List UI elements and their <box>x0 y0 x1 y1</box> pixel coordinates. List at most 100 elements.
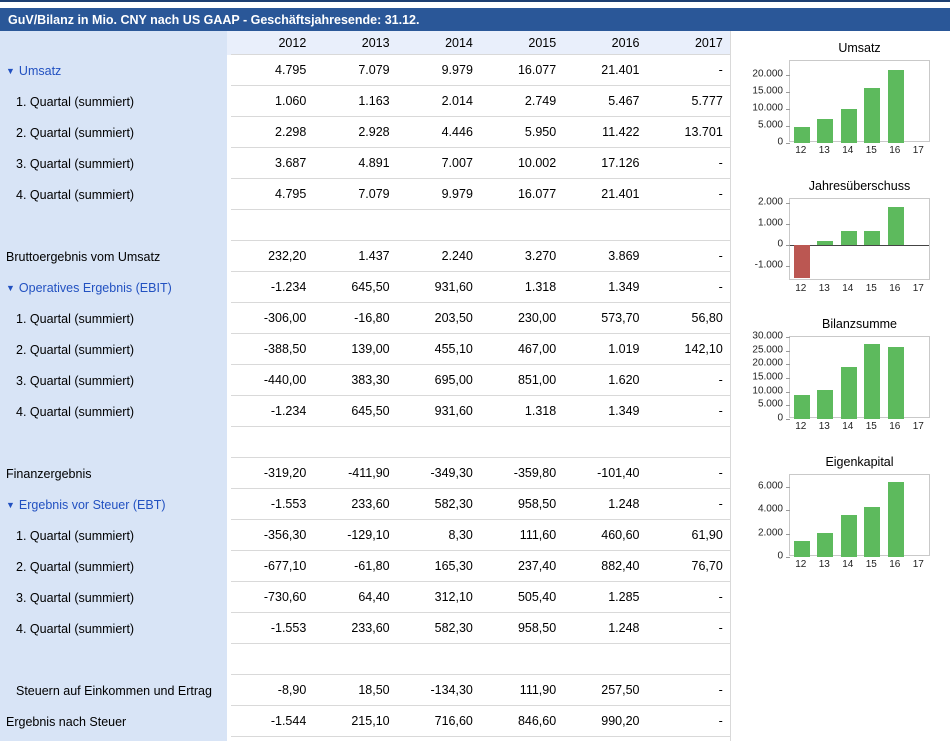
x-tick-label: 15 <box>866 421 877 432</box>
value-cell: 882,40 <box>564 559 647 573</box>
row-label[interactable]: Operatives Ergebnis (EBIT) <box>19 281 172 295</box>
chart-bar <box>817 241 833 245</box>
value-cell: 237,40 <box>481 559 564 573</box>
spacer-row <box>0 427 730 458</box>
value-cell: -306,00 <box>231 311 314 325</box>
x-tick-label: 15 <box>866 145 877 156</box>
row-label-cell: 1. Quartal (summiert) <box>0 303 227 334</box>
value-cell: 7.079 <box>314 187 397 201</box>
table-row: Ergebnis nach Steuer-1.544215,10716,6084… <box>0 706 730 737</box>
table-row: ▼Operatives Ergebnis (EBIT)-1.234645,509… <box>0 272 730 303</box>
table-row: 2. Quartal (summiert) 2.2982.9284.4465.95… <box>0 117 730 148</box>
value-cell: 257,50 <box>564 683 647 697</box>
x-tick-label: 16 <box>889 559 900 570</box>
axis-tick-mark <box>786 557 790 558</box>
x-tick-label: 16 <box>889 421 900 432</box>
value-cell: 7.079 <box>314 63 397 77</box>
x-tick-label: 12 <box>795 421 806 432</box>
row-values: 2.2982.9284.4465.95011.42213.701 <box>231 117 731 148</box>
value-cell: -16,80 <box>314 311 397 325</box>
year-header: 2016 <box>564 36 647 50</box>
axis-tick-mark <box>786 126 790 127</box>
axis-tick-mark <box>786 351 790 352</box>
value-cell: 1.248 <box>564 621 647 635</box>
value-cell: 2.298 <box>231 125 314 139</box>
value-cell: 17.126 <box>564 156 647 170</box>
axis-tick-mark <box>786 405 790 406</box>
row-label-cell: Finanzergebnis <box>0 458 227 489</box>
row-label-cell: Bruttoergebnis vom Umsatz <box>0 241 227 272</box>
value-cell: -1.553 <box>231 621 314 635</box>
value-cell: -388,50 <box>231 342 314 356</box>
row-label-cell: 4. Quartal (summiert) <box>0 179 227 210</box>
row-label-cell: 1. Quartal (summiert) <box>0 520 227 551</box>
row-values: -388,50139,00455,10467,001.019142,10 <box>231 334 731 365</box>
axis-tick-mark <box>786 266 790 267</box>
x-axis-labels: 121314151617 <box>789 283 930 298</box>
row-label: 1. Quartal (summiert) <box>16 95 134 109</box>
value-cell: 3.270 <box>481 249 564 263</box>
value-cell: -677,10 <box>231 559 314 573</box>
value-cell: 1.019 <box>564 342 647 356</box>
value-cell: 9.979 <box>398 187 481 201</box>
collapse-triangle-icon[interactable]: ▼ <box>6 283 15 293</box>
value-cell: -1.234 <box>231 280 314 294</box>
axis-tick-mark <box>786 487 790 488</box>
value-cell: 230,00 <box>481 311 564 325</box>
row-values: -440,00383,30695,00851,001.620- <box>231 365 731 396</box>
collapsible-group-label[interactable]: ▼ Ergebnis vor Steuer (EBT) <box>6 498 166 512</box>
y-tick-label: 0 <box>777 137 783 148</box>
header-label-cell <box>0 31 227 55</box>
row-label-cell: 3. Quartal (summiert) <box>0 582 227 613</box>
value-cell: 1.349 <box>564 280 647 294</box>
y-axis-labels: 02.0004.0006.000 <box>741 474 789 556</box>
zero-axis-line <box>790 245 929 246</box>
chart-title: Bilanzsumme <box>781 317 938 333</box>
row-label: 2. Quartal (summiert) <box>16 126 134 140</box>
x-axis-labels: 121314151617 <box>789 145 930 160</box>
x-tick-label: 16 <box>889 145 900 156</box>
value-cell: 7.007 <box>398 156 481 170</box>
collapse-triangle-icon[interactable]: ▼ <box>6 66 15 76</box>
value-cell: 2.240 <box>398 249 481 263</box>
y-axis-labels: 05.00010.00015.00020.000 <box>741 60 789 142</box>
row-values: -1.553233,60582,30958,501.248- <box>231 489 731 520</box>
x-tick-label: 12 <box>795 559 806 570</box>
value-cell: 1.248 <box>564 497 647 511</box>
year-header: 2015 <box>481 36 564 50</box>
row-values: -730,6064,40312,10505,401.285- <box>231 582 731 613</box>
axis-tick-mark <box>786 378 790 379</box>
top-border-line <box>0 0 950 2</box>
value-cell: 2.749 <box>481 94 564 108</box>
partial-row-sliver <box>0 737 730 741</box>
row-label-cell: 4. Quartal (summiert) <box>0 613 227 644</box>
value-cell: 56,80 <box>647 311 730 325</box>
table-row: 1. Quartal (summiert)-306,00-16,80203,50… <box>0 303 730 334</box>
value-cell: 716,60 <box>398 714 481 728</box>
value-cell: 5.950 <box>481 125 564 139</box>
row-label[interactable]: Umsatz <box>19 64 61 78</box>
row-label-cell: ▼ Operatives Ergebnis (EBIT) <box>0 272 227 303</box>
chart-bar <box>888 482 904 557</box>
collapsible-group-label[interactable]: ▼ Umsatz <box>6 64 61 78</box>
value-cell: 8,30 <box>398 528 481 542</box>
value-cell: 232,20 <box>231 249 314 263</box>
row-label[interactable]: Ergebnis vor Steuer (EBT) <box>19 498 166 512</box>
value-cell: 851,00 <box>481 373 564 387</box>
value-cell: -440,00 <box>231 373 314 387</box>
row-label-cell: 2. Quartal (summiert) <box>0 551 227 582</box>
collapsible-group-label[interactable]: ▼ Operatives Ergebnis (EBIT) <box>6 281 172 295</box>
axis-tick-mark <box>786 203 790 204</box>
value-cell: 455,10 <box>398 342 481 356</box>
value-cell: - <box>647 714 730 728</box>
value-cell: - <box>647 156 730 170</box>
value-cell: 467,00 <box>481 342 564 356</box>
value-cell: 139,00 <box>314 342 397 356</box>
y-tick-label: 20.000 <box>752 358 783 369</box>
chart-bar <box>841 109 857 143</box>
table-row: 1. Quartal (summiert)-356,30-129,108,301… <box>0 520 730 551</box>
value-cell: 21.401 <box>564 187 647 201</box>
collapse-triangle-icon[interactable]: ▼ <box>6 500 15 510</box>
value-cell: -1.544 <box>231 714 314 728</box>
value-cell: -134,30 <box>398 683 481 697</box>
